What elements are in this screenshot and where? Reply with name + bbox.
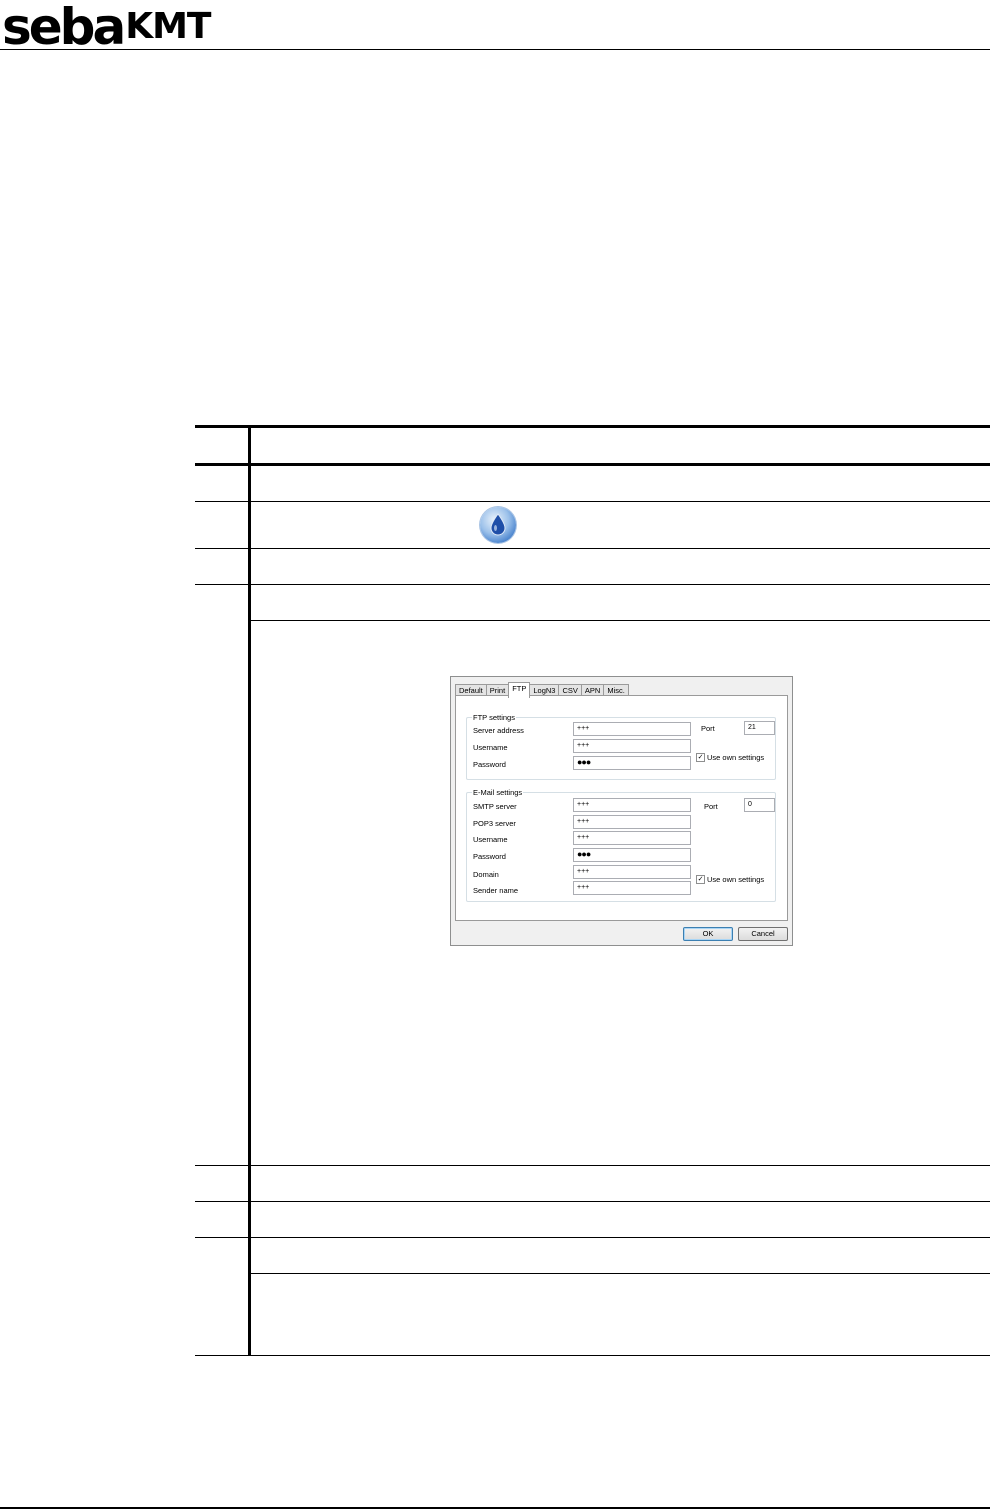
checkbox-icon[interactable]: ✓ (696, 753, 705, 762)
row-divider (195, 501, 990, 502)
ftp-username-label: Username (473, 743, 508, 752)
ftp-username-input[interactable]: +++ (573, 739, 691, 753)
checkbox-icon[interactable]: ✓ (696, 875, 705, 884)
email-username-input[interactable]: +++ (573, 831, 691, 845)
ftp-group-title: FTP settings (472, 713, 516, 722)
server-address-label: Server address (473, 726, 524, 735)
sender-name-label: Sender name (473, 886, 519, 895)
email-settings-group: E-Mail settings SMTP server +++ POP3 ser… (466, 788, 776, 902)
table-top-rule (195, 425, 990, 428)
ftp-server-input[interactable]: +++ (573, 722, 691, 736)
table-bottom-rule (195, 1355, 990, 1356)
tab-bar: Default Print FTP LogN3 CSV APN Misc. (455, 682, 629, 698)
table-header-rule (195, 463, 990, 466)
smtp-input[interactable]: +++ (573, 798, 691, 812)
ftp-use-own-settings-label: Use own settings (707, 753, 765, 762)
table-column-rule (248, 425, 251, 1356)
row-divider (250, 1273, 990, 1274)
ftp-password-input[interactable]: ●●● (573, 756, 691, 770)
email-password-label: Password (473, 852, 506, 861)
ftp-port-input[interactable]: 21 (744, 721, 775, 735)
ftp-settings-group: FTP settings Server address +++ Username… (466, 713, 776, 780)
ftp-port-label: Port (701, 724, 715, 733)
email-port-label: Port (704, 802, 718, 811)
email-username-label: Username (473, 835, 508, 844)
cancel-button[interactable]: Cancel (738, 927, 788, 941)
row-divider (195, 584, 990, 585)
row-divider (195, 1201, 990, 1202)
row-divider (195, 1165, 990, 1166)
water-drop-icon (480, 507, 516, 543)
sebakmt-logo: seba KMT (2, 0, 211, 56)
header-rule (0, 49, 990, 50)
row-divider (250, 620, 990, 621)
ok-button[interactable]: OK (683, 927, 733, 941)
email-group-title: E-Mail settings (472, 788, 524, 797)
row-divider (195, 548, 990, 549)
domain-label: Domain (473, 870, 499, 879)
pop3-input[interactable]: +++ (573, 815, 691, 829)
settings-dialog: Default Print FTP LogN3 CSV APN Misc. FT… (450, 676, 793, 946)
email-port-input[interactable]: 0 (744, 798, 775, 812)
logo-seba: seba (2, 0, 126, 56)
email-use-own-settings-label: Use own settings (707, 875, 765, 884)
tab-ftp[interactable]: FTP (508, 682, 531, 698)
logo-kmt: KMT (125, 6, 211, 47)
ftp-tab-panel: FTP settings Server address +++ Username… (455, 695, 788, 921)
sender-name-input[interactable]: +++ (573, 881, 691, 895)
pop3-label: POP3 server (473, 819, 516, 828)
email-password-input[interactable]: ●●● (573, 848, 691, 862)
ftp-password-label: Password (473, 760, 506, 769)
row-divider (195, 1237, 990, 1238)
domain-input[interactable]: +++ (573, 865, 691, 879)
smtp-label: SMTP server (473, 802, 517, 811)
email-use-own-settings[interactable]: ✓ Use own settings (696, 875, 764, 884)
footer-rule (0, 1507, 990, 1509)
ftp-use-own-settings[interactable]: ✓ Use own settings (696, 753, 764, 762)
